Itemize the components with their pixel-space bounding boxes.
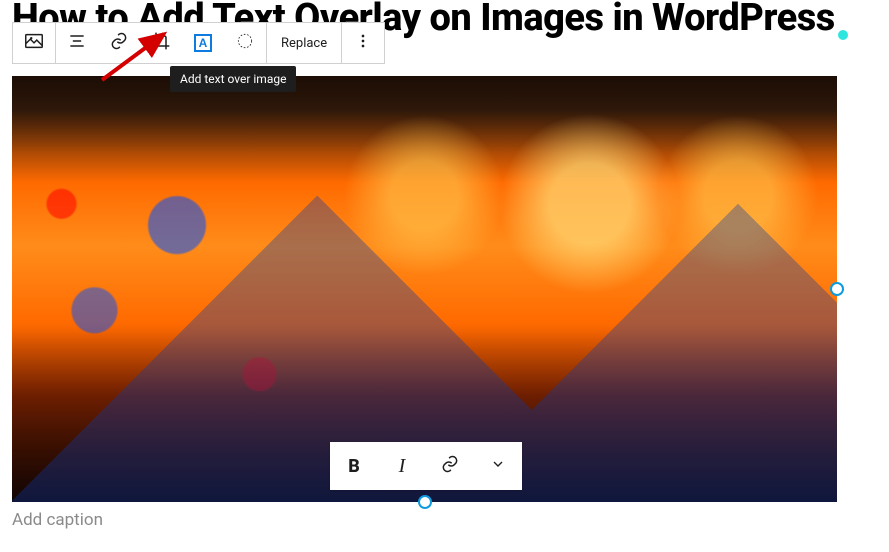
selection-indicator-dot	[838, 30, 848, 40]
resize-handle-right[interactable]	[830, 282, 844, 296]
text-overlay-button[interactable]: A	[182, 23, 224, 63]
image-block[interactable]	[12, 76, 837, 502]
link-button[interactable]	[98, 23, 140, 63]
caption-input[interactable]: Add caption	[12, 510, 103, 530]
replace-button[interactable]: Replace	[267, 23, 341, 63]
tooltip: Add text over image	[170, 66, 296, 92]
resize-handle-bottom[interactable]	[418, 495, 432, 509]
link-icon	[440, 454, 460, 479]
more-icon	[353, 31, 373, 55]
link-icon	[109, 31, 129, 55]
align-icon	[67, 31, 87, 55]
crop-button[interactable]	[140, 23, 182, 63]
chevron-down-icon	[490, 456, 506, 477]
format-link-button[interactable]	[426, 442, 474, 490]
crop-icon	[151, 31, 171, 55]
italic-button[interactable]: I	[378, 442, 426, 490]
duotone-icon	[235, 31, 255, 55]
block-type-button[interactable]	[13, 23, 55, 63]
block-toolbar: A Replace	[12, 22, 385, 64]
more-options-button[interactable]	[342, 23, 384, 63]
format-toolbar: B I	[330, 442, 522, 490]
duotone-button[interactable]	[224, 23, 266, 63]
align-button[interactable]	[56, 23, 98, 63]
image-icon	[23, 30, 45, 56]
text-overlay-icon: A	[194, 34, 212, 52]
more-format-button[interactable]	[474, 442, 522, 490]
bold-button[interactable]: B	[330, 442, 378, 490]
